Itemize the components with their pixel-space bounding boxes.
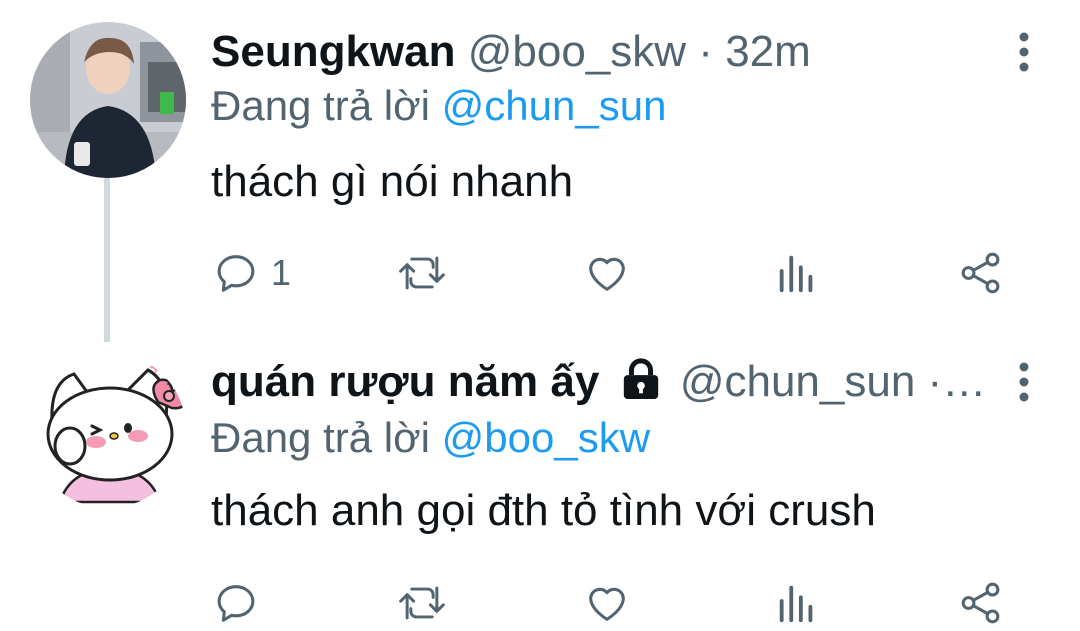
reply-count: 1 [271, 252, 292, 293]
more-icon[interactable] [1018, 362, 1030, 402]
replying-to-label: Đang trả lời [211, 82, 430, 129]
reply-button[interactable] [213, 575, 271, 631]
like-button[interactable] [583, 575, 631, 631]
share-icon [961, 252, 1000, 294]
reply-icon [217, 255, 255, 292]
timestamp[interactable]: 32m [725, 27, 811, 76]
avatar[interactable] [30, 352, 186, 508]
hello-kitty-avatar [30, 352, 186, 508]
action-bar [0, 575, 1080, 631]
share-button[interactable] [958, 575, 1004, 631]
retweet-icon [399, 586, 445, 620]
tweet-text: thách gì nói nhanh [211, 157, 574, 206]
avatar-photo [30, 22, 186, 178]
display-name[interactable]: quán rượu năm ấy [211, 357, 599, 406]
replying-to-label: Đang trả lời [211, 414, 430, 461]
tweet-text: thách anh gọi đth tỏ tình với crush [211, 486, 876, 535]
retweet-icon [399, 256, 445, 290]
retweet-button[interactable] [396, 575, 448, 631]
user-handle[interactable]: @chun_sun [680, 357, 916, 406]
separator-dot: · [698, 27, 713, 76]
tweet-chun-sun[interactable]: quán rượu năm ấy @chun_sun ·… Đang trả l… [0, 330, 1080, 628]
user-handle[interactable]: @boo_skw [468, 27, 686, 76]
reply-mention-link[interactable]: @boo_skw [442, 414, 650, 461]
views-button[interactable] [775, 245, 819, 301]
like-icon [589, 257, 625, 291]
reply-icon [217, 585, 255, 622]
reply-button[interactable]: 1 [213, 245, 291, 301]
lock-icon [623, 358, 658, 400]
replying-to: Đang trả lời @boo_skw [211, 412, 650, 464]
replying-to: Đang trả lời @chun_sun [211, 80, 666, 132]
tweet-header: Seungkwan @boo_skw · 32m [211, 26, 990, 78]
separator-dot: ·… [927, 357, 987, 406]
more-icon[interactable] [1018, 32, 1030, 72]
views-icon [779, 585, 813, 623]
tweet-seungkwan[interactable]: Seungkwan @boo_skw · 32m Đang trả lời @c… [0, 0, 1080, 342]
like-button[interactable] [583, 245, 631, 301]
share-icon [961, 582, 1000, 624]
retweet-button[interactable] [396, 245, 448, 301]
action-bar: 1 [0, 245, 1080, 301]
avatar[interactable] [30, 22, 186, 178]
like-icon [589, 587, 625, 621]
share-button[interactable] [958, 245, 1004, 301]
views-icon [779, 255, 813, 293]
reply-mention-link[interactable]: @chun_sun [442, 82, 667, 129]
display-name[interactable]: Seungkwan [211, 27, 456, 76]
tweet-header: quán rượu năm ấy @chun_sun ·… [211, 356, 990, 408]
views-button[interactable] [775, 575, 819, 631]
